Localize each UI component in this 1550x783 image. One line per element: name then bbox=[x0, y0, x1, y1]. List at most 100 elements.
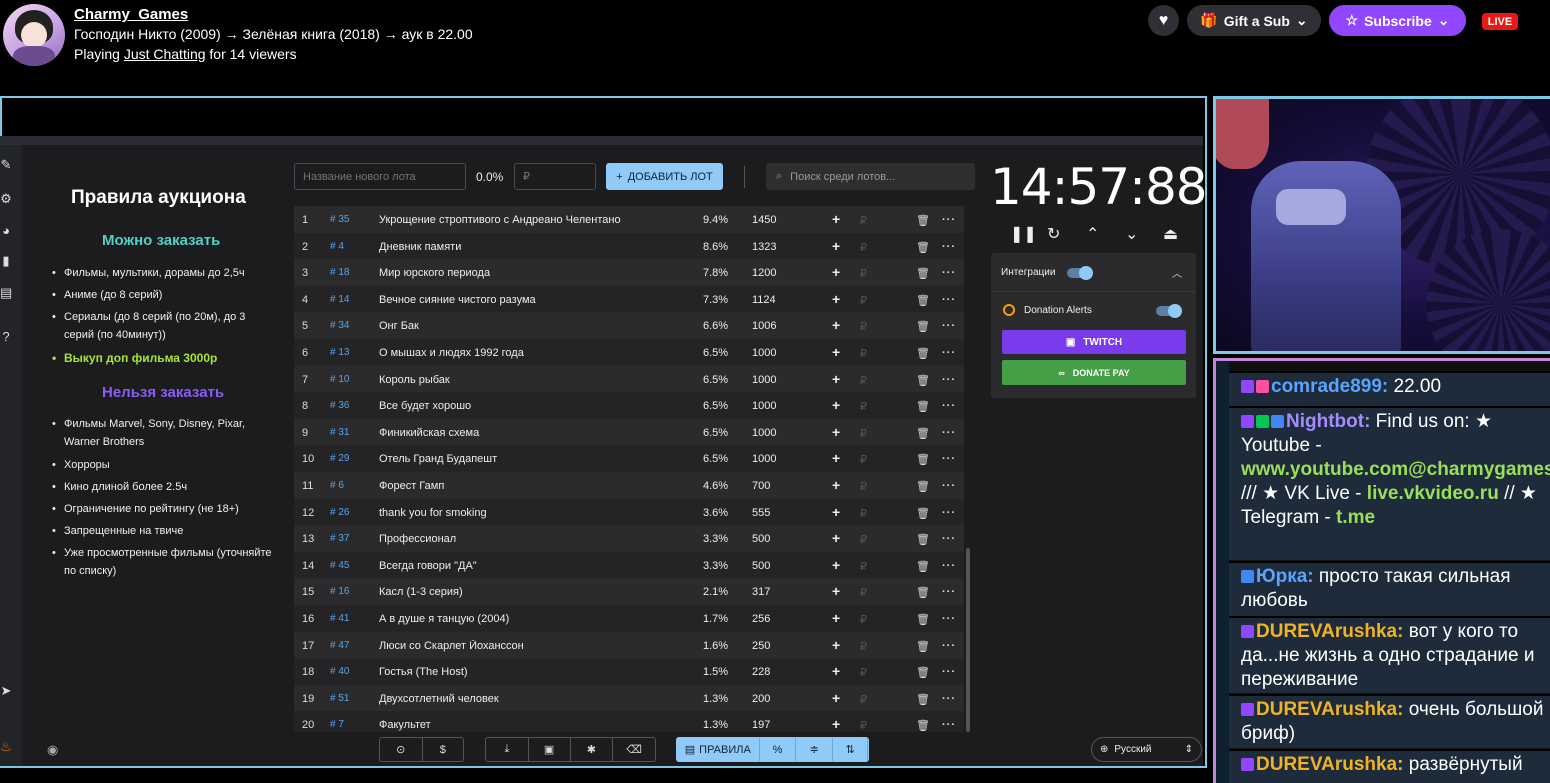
lot-name[interactable]: Король рыбак bbox=[379, 374, 709, 386]
lot-row[interactable]: 16 # 41 А в душе я танцую (2004) 1.7% 256 + ₽ 🗑… bbox=[294, 604, 964, 632]
more-icon[interactable]: ··· bbox=[942, 507, 956, 519]
more-icon[interactable]: ··· bbox=[942, 640, 956, 652]
double-up-icon[interactable]: ⏏ bbox=[1163, 224, 1178, 244]
trash-icon[interactable]: 🗑 bbox=[916, 427, 930, 440]
chat-username[interactable]: Юрка bbox=[1256, 566, 1307, 587]
bug-icon[interactable]: ✱ bbox=[571, 738, 614, 761]
ruble-input-icon[interactable]: ₽ bbox=[860, 267, 867, 280]
category-link[interactable]: Just Chatting bbox=[124, 46, 206, 62]
reset-icon[interactable]: ↻ bbox=[1047, 224, 1060, 244]
ruble-input-icon[interactable]: ₽ bbox=[860, 480, 867, 493]
trash-icon[interactable]: 🗑 bbox=[916, 347, 930, 360]
plus-icon[interactable]: + bbox=[832, 211, 840, 227]
ruble-input-icon[interactable]: ₽ bbox=[860, 347, 867, 360]
plus-icon[interactable]: + bbox=[832, 663, 840, 679]
more-icon[interactable]: ··· bbox=[942, 214, 956, 226]
ruble-input-icon[interactable]: ₽ bbox=[860, 507, 867, 520]
channel-name[interactable]: Charmy_Games bbox=[74, 6, 188, 23]
lot-row[interactable]: 5 # 34 Онг Бак 6.6% 1006 + ₽ 🗑 ··· bbox=[294, 312, 964, 339]
chevron-up-icon[interactable]: ︿ bbox=[1172, 265, 1182, 280]
lot-id[interactable]: # 40 bbox=[330, 666, 370, 677]
more-icon[interactable]: ··· bbox=[942, 719, 956, 731]
lot-name[interactable]: Отель Гранд Будапешт bbox=[379, 453, 709, 465]
language-select[interactable]: ⊕ Русский ⇕ bbox=[1091, 737, 1202, 762]
chat-username[interactable]: DUREVArushka bbox=[1256, 754, 1397, 775]
lot-id[interactable]: # 37 bbox=[330, 533, 370, 544]
lot-id[interactable]: # 14 bbox=[330, 294, 370, 305]
trash-icon[interactable]: 🗑 bbox=[916, 560, 930, 573]
trash-icon[interactable]: 🗑 bbox=[916, 267, 930, 280]
donatepay-button[interactable]: ∞ DONATE PAY bbox=[1002, 360, 1186, 385]
ruble-input-icon[interactable]: ₽ bbox=[860, 693, 867, 706]
subscribe-button[interactable]: ☆ Subscribe ⌄ bbox=[1329, 5, 1466, 36]
more-icon[interactable]: ··· bbox=[942, 693, 956, 705]
chat-link[interactable]: www.youtube.com@charmygames_ bbox=[1241, 459, 1550, 480]
more-icon[interactable]: ··· bbox=[942, 533, 956, 545]
lot-row[interactable]: 2 # 4 Дневник памяти 8.6% 1323 + ₽ 🗑 ··· bbox=[294, 232, 964, 260]
ruble-input-icon[interactable]: ₽ bbox=[860, 719, 867, 732]
lot-name[interactable]: Гостья (The Host) bbox=[379, 666, 709, 678]
lot-row[interactable]: 15 # 16 Касл (1-3 серия) 2.1% 317 + ₽ 🗑 ··· bbox=[294, 578, 964, 605]
lot-name[interactable]: О мышах и людях 1992 года bbox=[379, 347, 709, 359]
trash-icon[interactable]: 🗑 bbox=[916, 719, 930, 732]
more-icon[interactable]: ··· bbox=[942, 320, 956, 332]
more-icon[interactable]: ··· bbox=[942, 294, 956, 306]
lot-id[interactable]: # 45 bbox=[330, 560, 370, 571]
history-icon[interactable]: ▤ bbox=[0, 285, 12, 301]
more-icon[interactable]: ··· bbox=[942, 586, 956, 598]
trash-icon[interactable]: 🗑 bbox=[916, 533, 930, 546]
more-icon[interactable]: ··· bbox=[942, 666, 956, 678]
more-icon[interactable]: ··· bbox=[942, 347, 956, 359]
lot-name[interactable]: Профессионал bbox=[379, 533, 709, 545]
dollar-icon[interactable]: $ bbox=[423, 738, 464, 761]
chat-link[interactable]: live.vkvideo.ru bbox=[1367, 483, 1499, 504]
ruble-input-icon[interactable]: ₽ bbox=[860, 586, 867, 599]
gift-sub-button[interactable]: 🎁 Gift a Sub ⌄ bbox=[1187, 5, 1321, 36]
lot-id[interactable]: # 51 bbox=[330, 693, 370, 704]
lot-row[interactable]: 13 # 37 Профессионал 3.3% 500 + ₽ 🗑 ··· bbox=[294, 525, 964, 552]
lot-name[interactable]: Финикийская схема bbox=[379, 427, 709, 439]
more-icon[interactable]: ··· bbox=[942, 374, 956, 386]
ruble-input-icon[interactable]: ₽ bbox=[860, 613, 867, 626]
lot-row[interactable]: 9 # 31 Финикийская схема 6.5% 1000 + ₽ 🗑 ··· bbox=[294, 418, 964, 446]
twitch-integration-button[interactable]: ▣ TWITCH bbox=[1002, 330, 1186, 354]
lot-search-input[interactable]: ⌕ Поиск среди лотов... bbox=[766, 163, 975, 190]
new-lot-name-input[interactable] bbox=[294, 163, 466, 190]
more-icon[interactable]: ··· bbox=[942, 267, 956, 279]
plus-icon[interactable]: + bbox=[832, 610, 840, 626]
chat-username[interactable]: DUREVArushka bbox=[1256, 621, 1397, 642]
save-icon[interactable]: ▣ bbox=[529, 738, 571, 761]
lot-row[interactable]: 19 # 51 Двухсотлетний человек 1.3% 200 + ₽ 🗑 ··· bbox=[294, 684, 964, 712]
plus-icon[interactable]: + bbox=[832, 690, 840, 706]
expand-icon[interactable]: ≑ bbox=[796, 738, 834, 761]
download-icon[interactable]: ⤓ bbox=[486, 738, 529, 761]
plus-icon[interactable]: + bbox=[832, 716, 840, 732]
sort-icon[interactable]: ⇅ bbox=[833, 738, 868, 761]
more-icon[interactable]: ··· bbox=[942, 400, 956, 412]
lot-name[interactable]: Мир юрского периода bbox=[379, 267, 709, 279]
plus-icon[interactable]: + bbox=[832, 477, 840, 493]
chat-username[interactable]: DUREVArushka bbox=[1256, 699, 1397, 720]
lot-row[interactable]: 7 # 10 Король рыбак 6.5% 1000 + ₽ 🗑 ··· bbox=[294, 365, 964, 393]
trash-icon[interactable]: 🗑 bbox=[916, 507, 930, 520]
lot-row[interactable]: 11 # 6 Форест Гамп 4.6% 700 + ₽ 🗑 ··· bbox=[294, 471, 964, 499]
lot-name[interactable]: Дневник памяти bbox=[379, 241, 709, 253]
ruble-input-icon[interactable]: ₽ bbox=[860, 640, 867, 653]
lot-id[interactable]: # 13 bbox=[330, 347, 370, 358]
pause-icon[interactable]: ❚❚ bbox=[1010, 224, 1037, 244]
lot-id[interactable]: # 29 bbox=[330, 453, 370, 464]
channel-avatar[interactable] bbox=[3, 4, 65, 66]
lot-name[interactable]: Двухсотлетний человек bbox=[379, 693, 709, 705]
lot-row[interactable]: 12 # 26 thank you for smoking 3.6% 555 + ₽ 🗑 ··· bbox=[294, 498, 964, 526]
trash-icon[interactable]: 🗑 bbox=[916, 586, 930, 599]
plus-icon[interactable]: + bbox=[832, 371, 840, 387]
lot-id[interactable]: # 7 bbox=[330, 719, 370, 730]
chat-username[interactable]: comrade899 bbox=[1271, 376, 1382, 397]
lot-id[interactable]: # 35 bbox=[330, 214, 370, 225]
plus-icon[interactable]: + bbox=[832, 344, 840, 360]
new-lot-amount-input[interactable] bbox=[514, 163, 596, 190]
lot-row[interactable]: 14 # 45 Всегда говори "ДА" 3.3% 500 + ₽ 🗑 ··· bbox=[294, 551, 964, 579]
telegram-icon[interactable]: ➤ bbox=[0, 683, 12, 699]
lot-id[interactable]: # 34 bbox=[330, 320, 370, 331]
gear-icon[interactable]: ⚙ bbox=[0, 191, 12, 207]
